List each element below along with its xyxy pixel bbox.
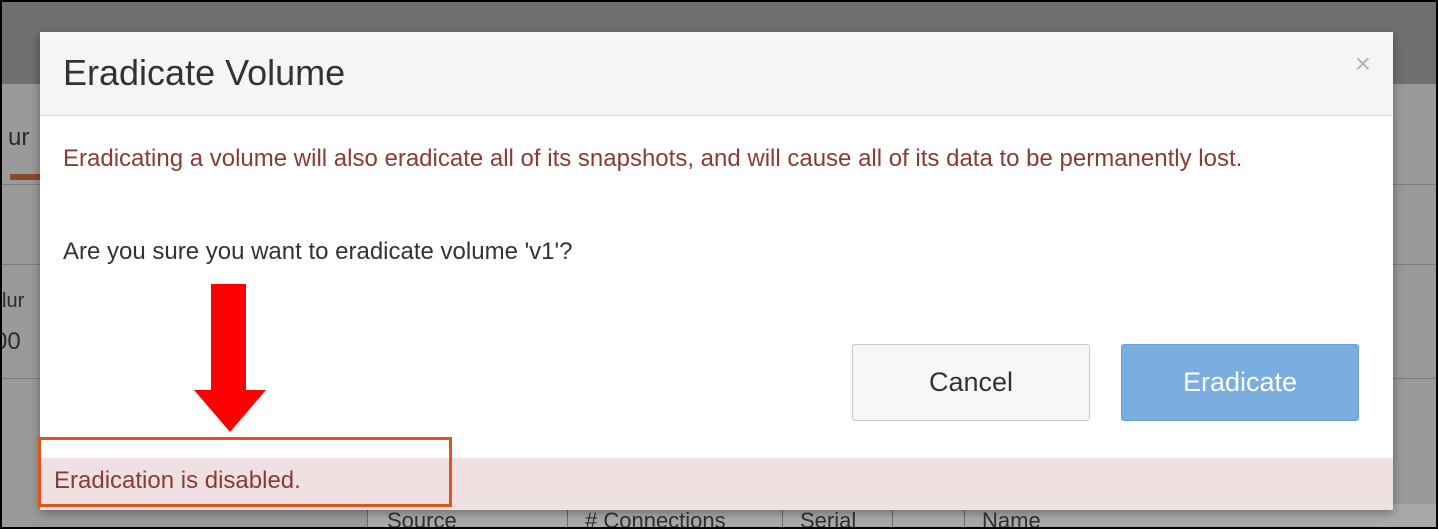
bg-text-lur: lur — [2, 290, 25, 312]
screenshot-frame: ur lur 00 Source # Connections Serial Na… — [0, 0, 1438, 529]
bg-column-name: Name — [982, 508, 1041, 529]
cancel-button[interactable]: Cancel — [852, 344, 1090, 421]
bg-text-oo: 00 — [2, 328, 21, 355]
eradicate-button[interactable]: Eradicate — [1121, 344, 1359, 421]
bg-column-source: Source — [387, 508, 457, 529]
bg-column-serial: Serial — [800, 508, 857, 529]
warning-message: Eradicating a volume will also eradicate… — [63, 145, 1243, 172]
bg-column-connections: # Connections — [585, 508, 726, 529]
close-icon[interactable]: × — [1355, 50, 1371, 78]
dialog-header: Eradicate Volume × — [40, 32, 1393, 116]
annotation-arrow-head-icon — [194, 390, 266, 432]
annotation-arrow-icon — [211, 284, 246, 392]
annotation-highlight-box — [38, 437, 452, 507]
background-tab-indicator — [10, 174, 42, 180]
dialog-title: Eradicate Volume — [63, 52, 346, 93]
confirm-question: Are you sure you want to eradicate volum… — [63, 238, 573, 265]
bg-text-ur: ur — [8, 124, 30, 151]
